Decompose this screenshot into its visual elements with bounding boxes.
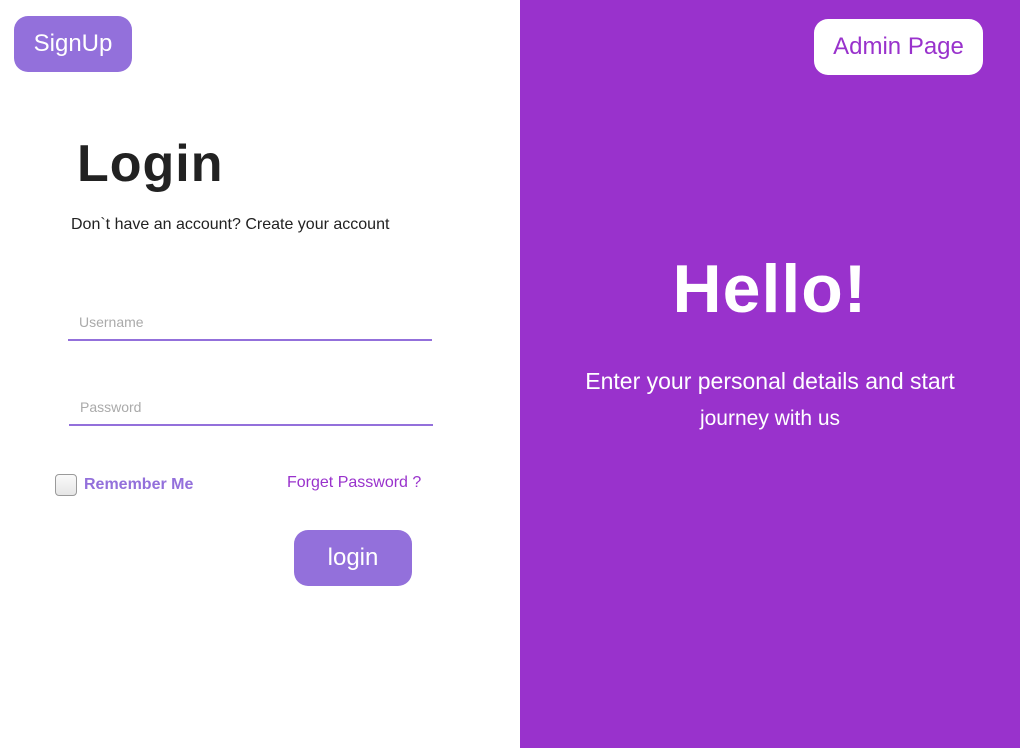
login-panel: SignUp Login Don`t have an account? Crea… <box>0 0 520 748</box>
username-input[interactable] <box>68 305 432 341</box>
page-title: Login <box>77 135 224 193</box>
password-input[interactable] <box>69 390 433 426</box>
welcome-panel: Admin Page Hello! Enter your personal de… <box>520 0 1020 748</box>
hello-heading: Hello! <box>672 251 868 327</box>
remember-me-label[interactable]: Remember Me <box>84 476 193 494</box>
remember-me-checkbox[interactable] <box>55 474 77 496</box>
admin-page-button[interactable]: Admin Page <box>814 19 983 75</box>
create-account-text: Don`t have an account? Create your accou… <box>71 216 390 233</box>
welcome-text-line-1: Enter your personal details and start <box>585 368 955 394</box>
login-page: SignUp Login Don`t have an account? Crea… <box>0 0 1020 748</box>
remember-me-row: Remember Me <box>55 474 193 496</box>
welcome-text-line-2: journey with us <box>699 407 841 430</box>
forget-password-link[interactable]: Forget Password ? <box>287 474 421 492</box>
login-button[interactable]: login <box>294 530 412 586</box>
signup-button[interactable]: SignUp <box>14 16 132 72</box>
welcome-text: Enter your personal details and start jo… <box>560 362 980 438</box>
